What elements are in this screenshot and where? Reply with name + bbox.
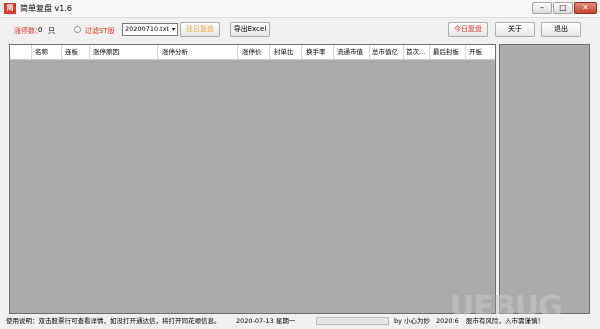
limit-up-count-value: 0 bbox=[38, 26, 43, 34]
chevron-down-icon[interactable]: ▾ bbox=[172, 24, 175, 35]
column-header-seal-ratio[interactable]: 封单比 bbox=[270, 45, 302, 59]
exit-button[interactable]: 退出 bbox=[541, 22, 581, 37]
column-header-reason[interactable]: 涨停原因 bbox=[90, 45, 158, 59]
about-button[interactable]: 关于 bbox=[495, 22, 535, 37]
version-label: 2020.6 bbox=[436, 317, 459, 325]
today-replay-button[interactable]: 今日复盘 bbox=[448, 22, 488, 37]
column-header-float-cap[interactable]: 流通市值 bbox=[334, 45, 370, 59]
column-header-first-seal[interactable]: 首次... bbox=[404, 45, 430, 59]
maximize-button[interactable]: □ bbox=[553, 2, 573, 14]
row-header-corner bbox=[10, 45, 32, 59]
column-header-limit-price[interactable]: 涨停价 bbox=[238, 45, 270, 59]
minimize-button[interactable]: – bbox=[532, 2, 552, 14]
title-bar: 简 简单复盘 v1.6 – □ ✕ bbox=[0, 0, 600, 18]
status-bar: 使用说明：双击股票行可查看详情，如没打开通达信，将打开同花顺信息。 2020-0… bbox=[0, 314, 600, 329]
column-header-board[interactable]: 连板 bbox=[62, 45, 90, 59]
author-credit: by 小心为妙 bbox=[394, 317, 431, 325]
file-select[interactable]: 20200710.txt ▾ bbox=[122, 23, 178, 36]
past-replay-button[interactable]: 往日复盘 bbox=[180, 22, 220, 37]
limit-up-count-unit: 只 bbox=[48, 27, 55, 35]
detail-panel[interactable] bbox=[499, 44, 590, 314]
status-date: 2020-07-13 星期一 bbox=[236, 317, 296, 325]
file-select-value: 20200710.txt bbox=[125, 25, 170, 33]
usage-hint: 使用说明：双击股票行可查看详情，如没打开通达信，将打开同花顺信息。 bbox=[6, 317, 221, 325]
column-header-last-seal[interactable]: 最后封板 bbox=[430, 45, 466, 59]
app-icon: 简 bbox=[4, 3, 16, 14]
close-button[interactable]: ✕ bbox=[574, 2, 597, 14]
export-excel-button[interactable]: 导出Excel bbox=[230, 22, 270, 37]
window-title: 简单复盘 v1.6 bbox=[20, 4, 72, 13]
column-header-open-board[interactable]: 开板 bbox=[466, 45, 495, 59]
table-header: 名称 连板 涨停原因 涨停分析 涨停价 封单比 换手率 流通市值 总市值亿 首次… bbox=[10, 45, 495, 60]
risk-notice: 股市有风险，入市需谨慎！ bbox=[466, 317, 544, 325]
progress-bar bbox=[316, 317, 389, 325]
column-header-total-cap[interactable]: 总市值亿 bbox=[370, 45, 404, 59]
filter-st-radio[interactable] bbox=[74, 26, 81, 33]
stock-table[interactable]: 名称 连板 涨停原因 涨停分析 涨停价 封单比 换手率 流通市值 总市值亿 首次… bbox=[9, 44, 496, 314]
column-header-name[interactable]: 名称 bbox=[32, 45, 62, 59]
column-header-analysis[interactable]: 涨停分析 bbox=[158, 45, 238, 59]
column-header-turnover[interactable]: 换手率 bbox=[302, 45, 334, 59]
filter-st-label[interactable]: 过滤ST股 bbox=[85, 26, 115, 36]
watermark-sub: 下载站 bbox=[566, 292, 587, 300]
